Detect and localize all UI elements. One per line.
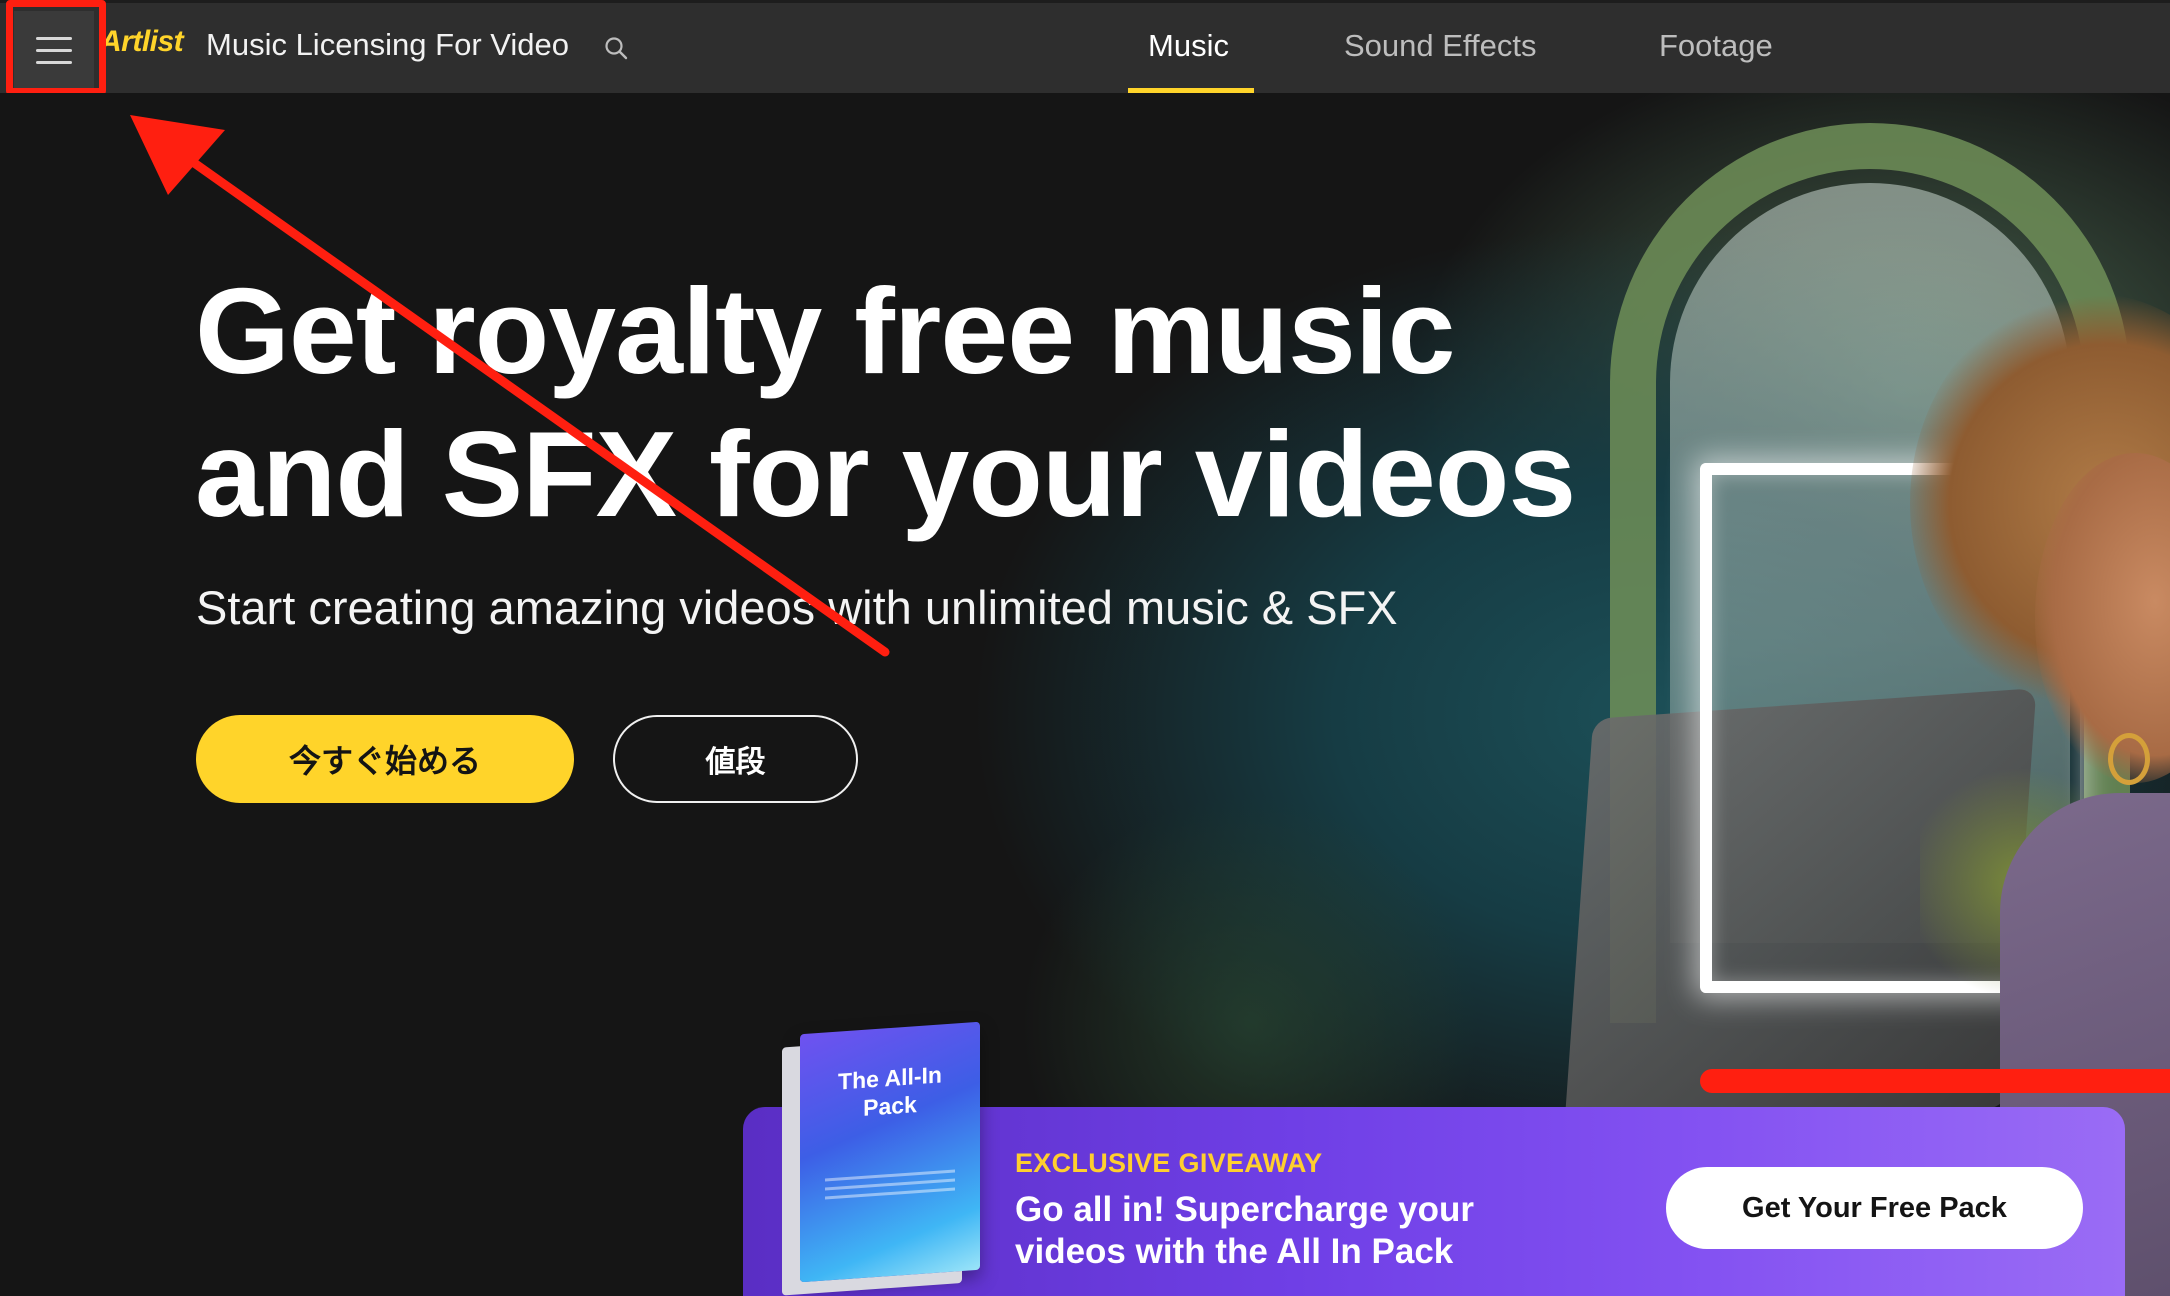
pack-box-title-line-1: The All-In	[838, 1060, 942, 1095]
artlist-logo[interactable]: Artlist	[100, 25, 184, 59]
hero-title: Get royalty free music and SFX for your …	[195, 260, 1695, 546]
site-title: Music Licensing For Video	[206, 27, 569, 62]
top-navigation-bar: Artlist Music Licensing For Video Music …	[0, 0, 2170, 97]
earring	[2108, 733, 2150, 785]
promo-eyebrow: EXCLUSIVE GIVEAWAY	[1015, 1148, 1323, 1178]
tab-music[interactable]: Music	[1148, 28, 1229, 64]
hero-title-line-2: and SFX for your videos	[195, 406, 1576, 542]
get-free-pack-button[interactable]: Get Your Free Pack	[1666, 1167, 2083, 1249]
search-icon[interactable]	[603, 35, 629, 61]
tab-sound-effects[interactable]: Sound Effects	[1344, 28, 1536, 64]
red-progress-bar	[1700, 1069, 2170, 1093]
promo-text-line-2: videos with the All In Pack	[1015, 1232, 1454, 1271]
hamburger-line	[36, 48, 72, 52]
hero-subtitle: Start creating amazing videos with unlim…	[196, 581, 1398, 634]
promo-text-line-1: Go all in! Supercharge your	[1015, 1190, 1474, 1229]
hamburger-menu-button[interactable]	[14, 11, 94, 89]
start-now-button[interactable]: 今すぐ始める	[196, 715, 574, 803]
hero-title-line-1: Get royalty free music	[195, 263, 1456, 399]
pricing-button[interactable]: 値段	[613, 715, 858, 803]
hamburger-line	[36, 36, 72, 40]
promo-text: Go all in! Supercharge your videos with …	[1015, 1189, 1575, 1273]
pack-box-title: The All-In Pack	[838, 1060, 942, 1123]
pack-box-fine-print	[825, 1163, 955, 1205]
all-in-pack-box-image: The All-In Pack	[800, 1021, 980, 1283]
hamburger-line	[36, 60, 72, 64]
pack-box-title-line-2: Pack	[863, 1090, 917, 1121]
tab-footage[interactable]: Footage	[1659, 28, 1773, 64]
